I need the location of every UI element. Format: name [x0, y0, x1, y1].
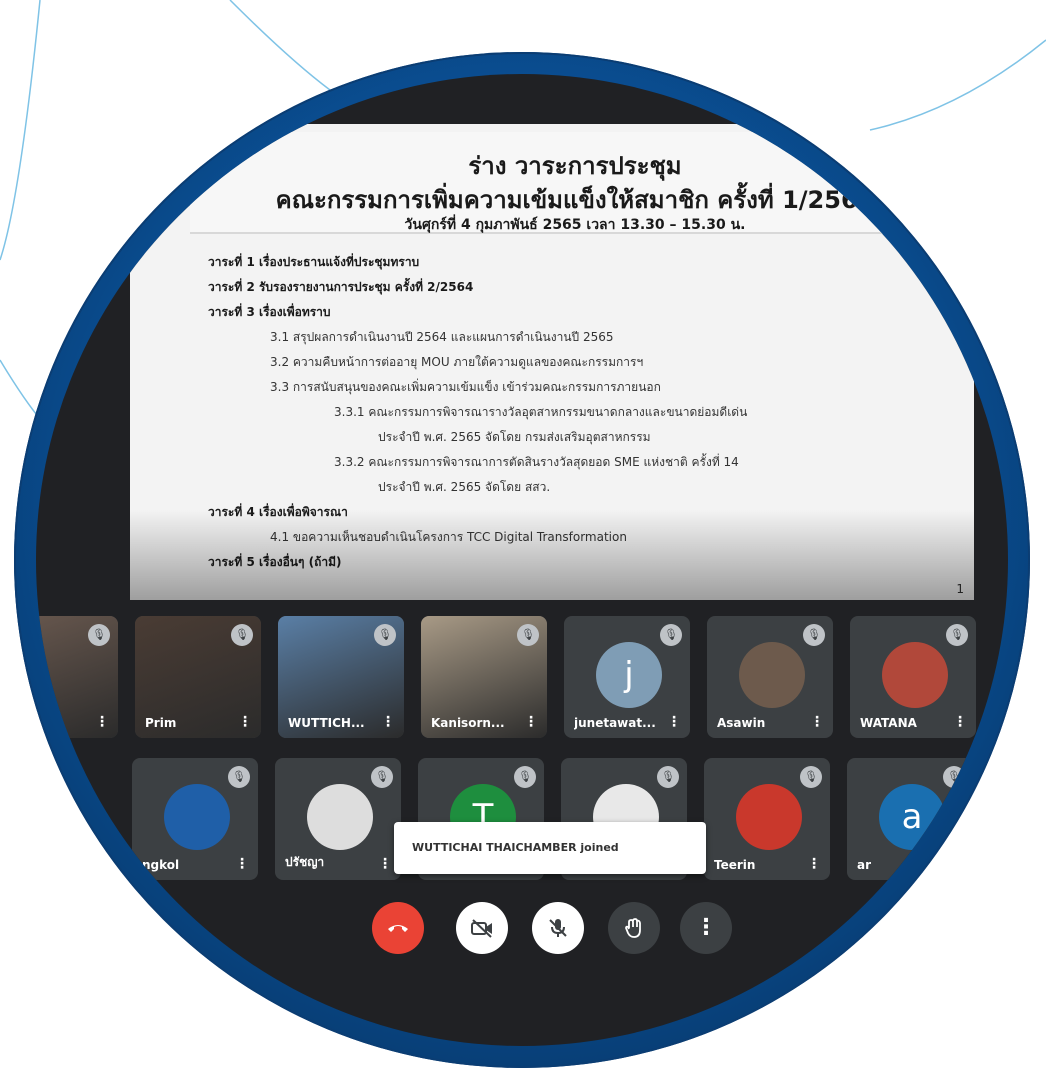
- participant-name: junetawat...: [574, 716, 656, 730]
- participant-name: Prim: [145, 716, 177, 730]
- mic-muted-icon: 🎙: [800, 766, 822, 788]
- agenda-item: วาระที่ 1 เรื่องประธานแจ้งที่ประชุมทราบ: [208, 255, 420, 269]
- mic-muted-icon: 🎙: [517, 624, 539, 646]
- participant-tile[interactable]: 🎙 Kanisorn... ⋮: [421, 616, 547, 738]
- mic-muted-icon: 🎙: [803, 624, 825, 646]
- participant-avatar: [882, 642, 948, 708]
- mic-muted-icon: 🎙: [374, 624, 396, 646]
- join-notification: WUTTICHAI THAICHAMBER joined: [394, 822, 706, 874]
- participant-avatar: [307, 784, 373, 850]
- participant-name: WATANA: [860, 716, 917, 730]
- participant-tile[interactable]: 🎙 ปรัชญา ⋮: [275, 758, 401, 880]
- agenda-item: 3.3 การสนับสนุนของคณะเพิ่มความเข้มแข็ง เ…: [270, 380, 661, 394]
- tile-menu-icon[interactable]: ⋮: [381, 714, 395, 730]
- participant-avatar: [739, 642, 805, 708]
- tile-menu-icon[interactable]: ⋮: [524, 714, 538, 730]
- phone-hangup-icon: [388, 925, 408, 932]
- agenda-item: วาระที่ 2 รับรองรายงานการประชุม ครั้งที่…: [208, 280, 474, 294]
- agenda-item: 3.3.1 คณะกรรมการพิจารณารางวัลอุตสาหกรรมข…: [334, 405, 748, 419]
- participant-name: ปรัชญา: [285, 855, 325, 869]
- camera-off-icon: [471, 919, 492, 938]
- mic-muted-icon: 🎙: [514, 766, 536, 788]
- mic-muted-icon: 🎙: [371, 766, 393, 788]
- participant-avatar: a: [879, 784, 945, 850]
- tile-menu-icon[interactable]: ⋮: [235, 856, 249, 872]
- hand-icon: [625, 918, 641, 938]
- participant-tile[interactable]: 🎙⋮: [36, 616, 118, 738]
- agenda-item: ประจำปี พ.ศ. 2565 จัดโดย สสว.: [378, 480, 551, 494]
- mic-muted-icon: 🎙: [228, 766, 250, 788]
- participant-name: Teerin: [714, 858, 756, 872]
- participant-name: WUTTICH...: [288, 716, 365, 730]
- agenda-item: 3.2 ความคืบหน้าการต่ออายุ MOU ภายใต้ความ…: [270, 355, 644, 369]
- participant-avatar: j: [596, 642, 662, 708]
- participant-tile[interactable]: 🎙 Prim ⋮: [135, 616, 261, 738]
- participant-tile[interactable]: 🎙 WUTTICH... ⋮: [278, 616, 404, 738]
- tile-menu-icon[interactable]: ⋮: [950, 856, 964, 872]
- mic-muted-icon: 🎙: [660, 624, 682, 646]
- participant-tile[interactable]: j 🎙 junetawat... ⋮: [564, 616, 690, 738]
- participant-name: ar: [857, 858, 872, 872]
- mic-muted-icon: 🎙: [943, 766, 965, 788]
- raise-hand-button[interactable]: [608, 902, 660, 954]
- participant-tile[interactable]: a 🎙 ar ⋮: [847, 758, 973, 880]
- participant-avatar: [736, 784, 802, 850]
- participant-name: Kanisorn...: [431, 716, 505, 730]
- participant-tile[interactable]: 🎙 Asawin ⋮: [707, 616, 833, 738]
- tile-menu-icon[interactable]: ⋮: [378, 856, 392, 872]
- shared-presentation-slide: ร่าง วาระการประชุม คณะกรรมการเพิ่มความเข…: [130, 124, 974, 600]
- page-number: 1: [956, 582, 964, 596]
- mic-muted-icon: 🎙: [231, 624, 253, 646]
- camera-toggle-button[interactable]: [456, 902, 508, 954]
- participant-name: Asawin: [717, 716, 766, 730]
- mic-toggle-button[interactable]: [532, 902, 584, 954]
- meeting-screen: ร่าง วาระการประชุม คณะกรรมการเพิ่มความเข…: [36, 74, 1008, 1046]
- agenda-item: ประจำปี พ.ศ. 2565 จัดโดย กรมส่งเสริมอุตส…: [378, 430, 651, 444]
- more-options-button[interactable]: ⋮: [680, 902, 732, 954]
- agenda-item: วาระที่ 3 เรื่องเพื่อทราบ: [208, 305, 331, 319]
- slide-header: ร่าง วาระการประชุม คณะกรรมการเพิ่มความเข…: [190, 132, 960, 234]
- more-vert-icon: ⋮: [695, 915, 717, 940]
- slide-datetime: วันศุกร์ที่ 4 กุมภาพันธ์ 2565 เวลา 13.30…: [404, 217, 746, 233]
- slide-shadow: [130, 510, 974, 600]
- tile-menu-icon[interactable]: ⋮: [807, 856, 821, 872]
- tile-menu-icon[interactable]: ⋮: [667, 714, 681, 730]
- end-call-button[interactable]: [372, 902, 424, 954]
- mic-muted-icon: 🎙: [657, 766, 679, 788]
- participant-tile[interactable]: 🎙 ngkol ⋮: [132, 758, 258, 880]
- tile-menu-icon[interactable]: ⋮: [953, 714, 967, 730]
- tile-menu-icon[interactable]: ⋮: [238, 714, 252, 730]
- mic-muted-icon: 🎙: [946, 624, 968, 646]
- mic-off-icon: [549, 919, 567, 937]
- tile-menu-icon[interactable]: ⋮: [95, 714, 109, 730]
- participant-tile[interactable]: 🎙 Teerin ⋮: [704, 758, 830, 880]
- tile-menu-icon[interactable]: ⋮: [810, 714, 824, 730]
- participant-tile[interactable]: 🎙 WATANA ⋮: [850, 616, 976, 738]
- participant-avatar: [164, 784, 230, 850]
- agenda-item: 3.1 สรุปผลการดำเนินงานปี 2564 และแผนการด…: [270, 330, 614, 344]
- agenda-item: 3.3.2 คณะกรรมการพิจารณาการตัดสินรางวัลสุ…: [334, 455, 739, 469]
- mic-muted-icon: 🎙: [88, 624, 110, 646]
- participant-name: ngkol: [142, 858, 180, 872]
